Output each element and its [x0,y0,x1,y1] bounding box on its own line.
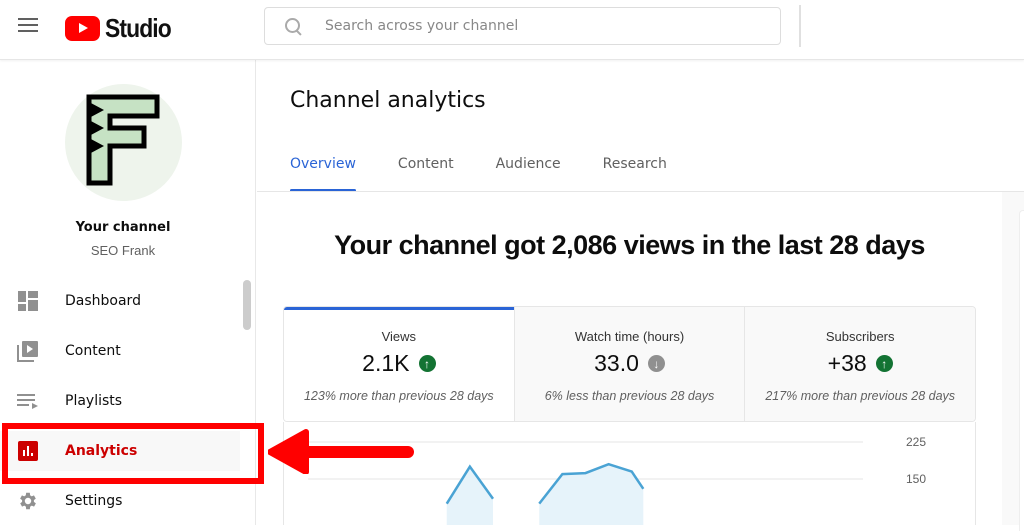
sidebar-item-dashboard[interactable]: Dashboard [0,281,240,321]
logo-text: Studio [105,13,172,43]
metric-value: 2.1K [362,350,410,376]
metric-note: 217% more than previous 28 days [765,389,956,403]
metric-card-watch-time[interactable]: Watch time (hours) 33.0 ↓ 6% less than p… [514,307,746,421]
overview-panel: Your channel got 2,086 views in the last… [257,192,1002,525]
metric-value: 33.0 [594,350,639,376]
analytics-tabs: Overview Content Audience Research [290,156,709,192]
series-area [539,464,644,525]
trend-down-icon: ↓ [647,355,665,372]
sidebar-item-label: Analytics [65,443,138,459]
channel-avatar[interactable] [65,84,182,201]
top-bar: Studio [0,0,1024,60]
playlists-icon [17,390,39,412]
trend-up-icon: ↑ [875,355,893,372]
sidebar-item-analytics[interactable]: Analytics [0,431,240,471]
sidebar-item-label: Settings [65,493,123,509]
page-title: Channel analytics [290,88,486,113]
channel-logo-f-icon [86,94,160,186]
summary-headline: Your channel got 2,086 views in the last… [334,230,925,260]
metric-note: 123% more than previous 28 days [303,389,494,403]
metric-label: Views [381,329,417,344]
search-icon [285,18,301,34]
tab-audience[interactable]: Audience [496,156,561,192]
y-tick-label: 225 [906,435,926,449]
studio-logo[interactable]: Studio [65,13,180,44]
metric-card-views[interactable]: Views 2.1K ↑ 123% more than previous 28 … [284,307,515,421]
metric-cards: Views 2.1K ↑ 123% more than previous 28 … [283,306,976,422]
tab-overview[interactable]: Overview [290,156,356,192]
metric-note: 6% less than previous 28 days [544,389,715,403]
right-panel [1002,192,1024,531]
content-icon [17,340,39,362]
tab-content[interactable]: Content [398,156,454,192]
divider [799,5,801,47]
sidebar-item-label: Dashboard [65,293,141,309]
tab-research[interactable]: Research [603,156,667,192]
metric-card-subscribers[interactable]: Subscribers +38 ↑ 217% more than previou… [745,307,975,421]
series-area [446,466,493,525]
sidebar-item-content[interactable]: Content [0,331,240,371]
sidebar-item-label: Content [65,343,121,359]
sidebar-scrollbar[interactable] [243,280,251,330]
search-box[interactable] [264,7,781,45]
metric-label: Watch time (hours) [574,329,685,344]
metric-label: Subscribers [825,329,895,344]
metric-value: +38 [827,350,867,376]
y-tick-label: 150 [906,472,926,486]
trend-up-icon: ↑ [418,355,436,372]
channel-name: SEO Frank [90,243,156,258]
sidebar: Your channel SEO Frank Dashboard Content… [0,60,256,525]
sidebar-item-label: Playlists [65,393,123,409]
channel-title: Your channel [75,220,171,235]
youtube-play-icon [65,16,100,41]
menu-icon[interactable] [18,18,38,34]
dashboard-icon [17,290,39,312]
sidebar-item-playlists[interactable]: Playlists [0,381,240,421]
analytics-icon [17,440,39,462]
settings-icon [17,490,39,512]
red-arrow-annotation [268,429,414,474]
sidebar-item-settings[interactable]: Settings [0,481,240,521]
search-input[interactable] [325,18,745,34]
